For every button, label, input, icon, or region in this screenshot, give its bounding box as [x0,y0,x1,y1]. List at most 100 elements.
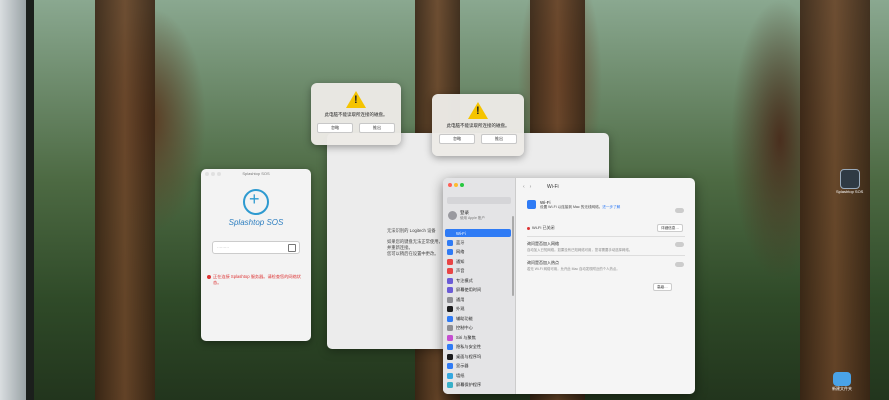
tree-trunk [800,0,870,400]
alert-message: 此电脑不能读取所连接的磁盘。 [324,112,388,117]
ask-join-desc: 自动加入已知网络。如果没有已知网络可用，您将需要手动选择网络。 [527,248,633,252]
brand-name: Splashtop SOS [228,218,284,227]
sidebar-item[interactable]: 通用 [445,296,511,304]
sidebar-item-label: 辅助功能 [456,315,473,321]
back-icon[interactable]: ‹ [523,184,525,190]
forward-icon[interactable]: › [530,184,532,190]
sidebar-item-label: 蓝牙 [456,239,465,245]
user-account[interactable]: 登录 使用 Apple 账户 [448,210,485,221]
sidebar-item-label: Siri 与聚焦 [456,334,476,340]
settings-icon [447,315,453,322]
wifi-icon [527,200,536,209]
sidebar-item[interactable]: 辅助功能 [445,315,511,323]
zoom-button[interactable] [460,183,464,187]
sidebar-item[interactable]: 控制中心 [445,324,511,332]
sidebar-item-label: 通用 [456,296,465,302]
status-dot-icon [527,226,530,230]
eject-button[interactable]: 推出 [359,123,395,133]
sidebar-item-label: 网络 [456,249,465,254]
wifi-row: Wi-Fi 设置 Wi-Fi 以连接到 Mac 的无线网络。进一步了解 [527,200,670,210]
wifi-toggle[interactable] [675,208,684,213]
settings-icon [447,306,453,312]
settings-icon [447,249,453,255]
sidebar-item-label: 通知 [456,258,465,264]
desktop-icon-label: 新建文件夹 [832,386,852,391]
sidebar-item[interactable]: Wi-Fi [445,229,511,237]
desktop-icon-splashtop[interactable]: Splashtop SOS [836,169,863,194]
ignore-button[interactable]: 忽略 [439,134,475,144]
sidebar-item[interactable]: 网络 [445,248,511,256]
sidebar-scrollbar[interactable] [512,216,514,296]
warning-icon: ! [346,91,366,108]
settings-icon [447,363,453,369]
learn-more-link[interactable]: 进一步了解 [602,205,620,209]
sidebar-item-label: 显示器 [456,363,469,368]
center-line-1: 无法识别的 Logitech 设备 [387,228,436,233]
screen-bezel [0,0,26,400]
wifi-pane: ‹ › Wi-Fi Wi-Fi 设置 Wi-Fi 以连接到 Mac 的无线网络。… [517,178,695,394]
ignore-button[interactable]: 忽略 [317,123,353,133]
search-input[interactable] [447,197,511,204]
sidebar-item-label: Wi-Fi [456,230,466,236]
advanced-button[interactable]: 高级… [653,283,672,291]
error-text: 正在连接 Splashtop 服务器。请检查您的网络状态。 [213,274,301,285]
settings-icon [447,296,453,303]
session-code-field[interactable]: ········· [212,241,300,254]
sidebar-item[interactable]: Siri 与聚焦 [445,334,511,342]
eject-button[interactable]: 推出 [481,134,517,144]
sidebar-item[interactable]: 墙纸 [445,372,511,380]
settings-icon [447,287,453,293]
sidebar-item[interactable]: 专注模式 [445,277,511,285]
system-settings-window: 登录 使用 Apple 账户 Wi-Fi 蓝牙网络通知声音专注模式屏幕使用时间 通用… [443,178,695,394]
wifi-status: Wi-Fi 已关闭 [527,225,554,231]
sidebar-item[interactable]: 通知 [445,258,511,266]
settings-icon [447,268,453,274]
desktop-icon-label: Splashtop SOS [836,189,864,194]
disk-alert-1: ! 此电脑不能读取所连接的磁盘。 忽略 推出 [311,83,401,145]
folder-icon [833,372,851,386]
settings-icon [447,239,453,246]
avatar [448,211,457,220]
copy-icon[interactable] [288,244,296,252]
sidebar-item-label: 墙纸 [456,372,465,378]
divider [527,255,685,256]
sidebar-item[interactable]: 声音 [445,267,511,275]
settings-icon [447,344,453,350]
desktop-icon-folder[interactable]: 新建文件夹 [832,372,852,392]
disk-alert-2: ! 此电脑不能读取所连接的磁盘。 忽略 推出 [432,94,524,156]
sidebar-item[interactable]: 外观 [445,305,511,313]
settings-icon [447,382,453,388]
sidebar-item[interactable]: 桌面与程序坞 [445,353,511,361]
details-button[interactable]: 详细信息… [657,224,683,232]
close-button[interactable] [448,183,452,187]
settings-icon [447,258,453,265]
sidebar-item-label: 屏幕使用时间 [456,287,482,292]
ask-hotspot-desc: 若无 Wi-Fi 网络可用，允许此 Mac 自动发现附近的个人热点。 [527,267,620,271]
session-code: ········· [217,245,229,250]
sidebar-item[interactable]: 蓝牙 [445,239,511,247]
sidebar-item[interactable]: 屏幕使用时间 [445,286,511,294]
sidebar-item[interactable]: 隐私与安全性 [445,343,511,351]
splashtop-app-icon [839,169,860,189]
tree-trunk [95,0,155,400]
sidebar-item[interactable]: 屏幕保护程序 [445,381,511,389]
sidebar-item-label: 屏幕保护程序 [456,382,482,387]
settings-icon [447,277,453,284]
wifi-desc: 设置 Wi-Fi 以连接到 Mac 的无线网络。 [540,205,603,209]
settings-icon [447,353,453,360]
sidebar-item-label: 外观 [456,306,465,311]
settings-sidebar: 登录 使用 Apple 账户 Wi-Fi 蓝牙网络通知声音专注模式屏幕使用时间 通用… [443,178,516,394]
warning-icon: ! [468,102,488,119]
wifi-status-text: Wi-Fi 已关闭 [532,225,555,230]
ask-hotspot-toggle[interactable] [675,262,684,267]
settings-icon [447,230,453,236]
window-title: Splashtop SOS [242,171,270,176]
ask-join-toggle[interactable] [675,242,684,247]
sidebar-item[interactable]: 显示器 [445,362,511,370]
nav-arrows: ‹ › [523,184,531,190]
splashtop-logo-icon: + [243,189,269,215]
sidebar-item-label: 控制中心 [456,325,473,330]
divider [527,236,685,237]
error-icon [207,275,211,279]
minimize-button[interactable] [454,183,458,187]
